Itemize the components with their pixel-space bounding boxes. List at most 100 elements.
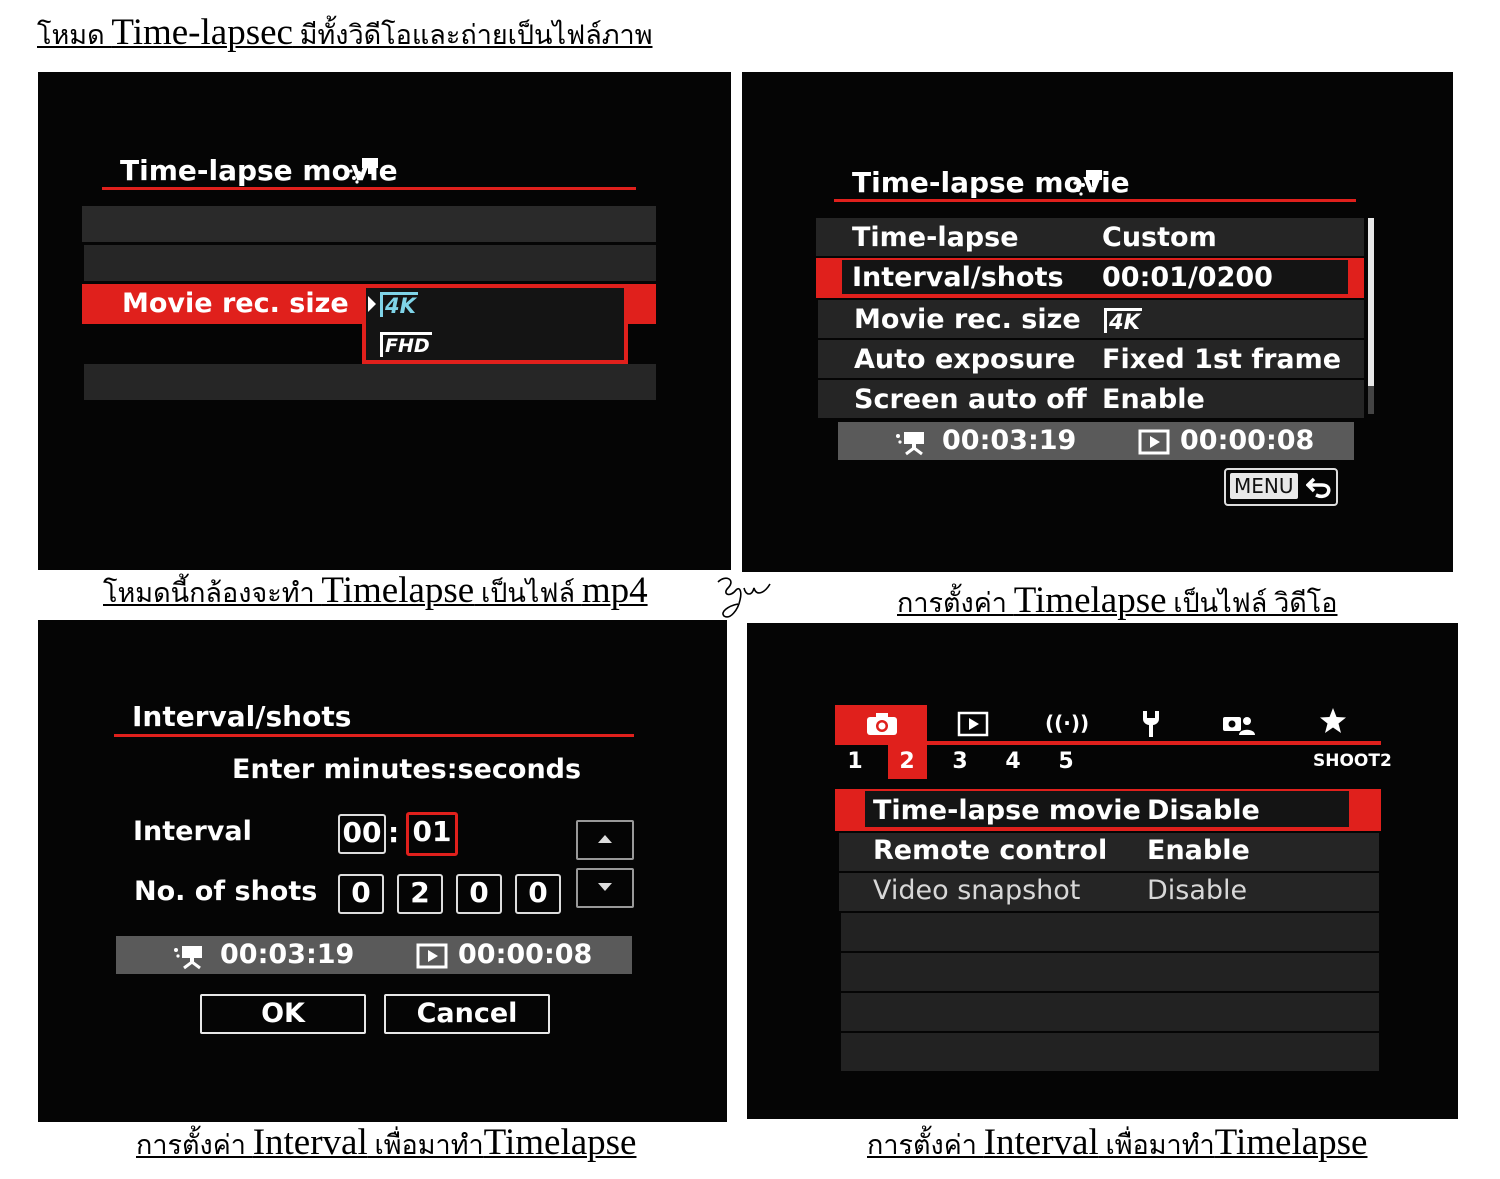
shots-digit-field[interactable]: 2 <box>397 874 443 914</box>
caption-prefix: โหมดนี้กล้องจะทำ <box>103 578 322 608</box>
wrench-tab-icon[interactable] <box>1139 709 1163 739</box>
option-4k[interactable]: 4K <box>380 292 418 317</box>
camera-icon <box>867 713 897 735</box>
header-title: Time-lapsec <box>111 12 293 53</box>
menu-row <box>84 245 656 281</box>
row-value: Custom <box>1102 222 1217 253</box>
row-label: Auto exposure <box>854 344 1076 375</box>
title-underline <box>114 734 634 737</box>
row-value: Enable <box>1147 835 1250 866</box>
panel2-caption: การตั้งค่า Timelapse เป็นไฟล์ วิดีโอ <box>897 582 1338 619</box>
ok-button[interactable]: OK <box>200 994 366 1034</box>
timelapse-movie-icon <box>349 158 378 184</box>
signature-mark <box>717 577 771 618</box>
header-prefix: โหมด <box>37 20 112 50</box>
row-label: Screen auto off <box>854 384 1087 415</box>
title-underline <box>834 199 1356 202</box>
caption-prefix: การตั้งค่า <box>136 1130 253 1160</box>
tab-number[interactable]: 1 <box>835 749 875 774</box>
menu-back-button[interactable]: MENU <box>1224 468 1338 506</box>
page-header: โหมด Time-lapsec มีทั้งวิดีโอและถ่ายเป็น… <box>37 14 653 51</box>
panel-movie-rec-size: Time-lapse movie Movie rec. size 4K FHD <box>38 72 731 570</box>
movie-4k-icon: 4K <box>1104 308 1142 333</box>
menu-row <box>841 913 1379 951</box>
timelapse-movie-icon <box>1073 170 1102 196</box>
row-value: Disable <box>1147 875 1248 906</box>
row-label: Video snapshot <box>873 875 1081 906</box>
playback-icon <box>1138 429 1170 455</box>
movie-rec-size-label: Movie rec. size <box>122 288 349 319</box>
shots-digit-field[interactable]: 0 <box>515 874 561 914</box>
row-value: Fixed 1st frame <box>1102 344 1342 375</box>
row-value: Enable <box>1102 384 1205 415</box>
row-value: 4K <box>1104 308 1142 333</box>
menu-row <box>841 1033 1379 1071</box>
playback-icon <box>416 943 448 969</box>
movie-fhd-icon: FHD <box>380 332 432 357</box>
playback-time: 00:00:08 <box>1180 425 1315 456</box>
movie-camera-icon <box>896 432 924 456</box>
panel4-caption: การตั้งค่า Interval เพื่อมาทำTimelapse <box>867 1124 1367 1161</box>
panel-interval-shots: Interval/shots Enter minutes:seconds Int… <box>38 620 727 1122</box>
custom-function-tab-icon[interactable] <box>1221 711 1255 737</box>
interval-seconds-field[interactable]: 01 <box>406 812 458 856</box>
shots-digit-field[interactable]: 0 <box>338 874 384 914</box>
row-value: 00:01/0200 <box>1102 262 1273 293</box>
playback-time: 00:00:08 <box>458 939 593 970</box>
caption-keyword: Interval <box>252 1122 368 1163</box>
header-suffix: มีทั้งวิดีโอและถ่ายเป็นไฟล์ภาพ <box>292 20 653 50</box>
cancel-button[interactable]: Cancel <box>384 994 550 1034</box>
return-arrow-icon <box>1306 477 1331 499</box>
menu-row <box>841 993 1379 1031</box>
shots-label: No. of shots <box>134 876 318 907</box>
interval-minutes-field[interactable]: 00 <box>338 814 386 854</box>
title-underline <box>102 187 636 190</box>
movie-camera-icon <box>174 946 202 970</box>
caption-suffix: เพื่อมาทำ <box>1098 1130 1215 1160</box>
record-time: 00:03:19 <box>942 425 1077 456</box>
playback-tab-icon[interactable] <box>957 711 989 737</box>
row-label: Movie rec. size <box>854 304 1081 335</box>
row-value: Disable <box>1147 795 1260 826</box>
interval-separator: : <box>388 816 400 849</box>
scrollbar-thumb[interactable] <box>1368 218 1374 386</box>
caption-ext: mp4 <box>581 570 648 611</box>
panel-shoot-menu: ((·)) 1 2 3 4 5 SHOOT2 Time-lapse movie … <box>747 623 1458 1119</box>
panel-timelapse-settings: Time-lapse movie Time-lapse Custom Inter… <box>742 72 1453 572</box>
down-arrow-icon <box>598 883 612 891</box>
wireless-tab-icon[interactable]: ((·)) <box>1045 711 1089 735</box>
tab-number[interactable]: 4 <box>993 749 1033 774</box>
menu-label: MENU <box>1230 473 1298 499</box>
panel-title: Interval/shots <box>132 700 352 733</box>
tab-number[interactable]: 2 <box>887 749 927 774</box>
option-fhd[interactable]: FHD <box>380 332 432 357</box>
menu-page-label: SHOOT2 <box>1313 751 1392 771</box>
record-time: 00:03:19 <box>220 939 355 970</box>
increment-button[interactable] <box>576 820 634 860</box>
row-label: Time-lapse movie <box>873 795 1141 826</box>
tab-number[interactable]: 5 <box>1046 749 1086 774</box>
menu-row <box>82 206 656 242</box>
caption-keyword-2: Timelapse <box>483 1122 637 1163</box>
up-arrow-icon <box>598 835 612 843</box>
instruction-text: Enter minutes:seconds <box>232 754 582 785</box>
menu-row <box>841 953 1379 991</box>
panel3-caption: การตั้งค่า Interval เพื่อมาทำTimelapse <box>136 1124 636 1161</box>
movie-4k-icon: 4K <box>380 292 418 317</box>
row-label: Time-lapse <box>852 222 1019 253</box>
caption-keyword: Timelapse <box>321 570 475 611</box>
row-label: Remote control <box>873 835 1108 866</box>
caption-keyword-2: Timelapse <box>1214 1122 1368 1163</box>
tab-shoot[interactable] <box>835 705 927 743</box>
tab-number[interactable]: 3 <box>940 749 980 774</box>
shots-digit-field[interactable]: 0 <box>456 874 502 914</box>
caption-prefix: การตั้งค่า <box>867 1130 984 1160</box>
interval-label: Interval <box>133 816 252 847</box>
row-label: Interval/shots <box>852 262 1064 293</box>
decrement-button[interactable] <box>576 868 634 908</box>
caption-keyword: Timelapse <box>1013 580 1167 621</box>
my-menu-star-icon[interactable] <box>1319 707 1347 735</box>
caption-suffix: เพื่อมาทำ <box>367 1130 484 1160</box>
panel1-caption: โหมดนี้กล้องจะทำ Timelapse เป็นไฟล์ mp4 <box>103 572 648 609</box>
caption-keyword: Interval <box>983 1122 1099 1163</box>
